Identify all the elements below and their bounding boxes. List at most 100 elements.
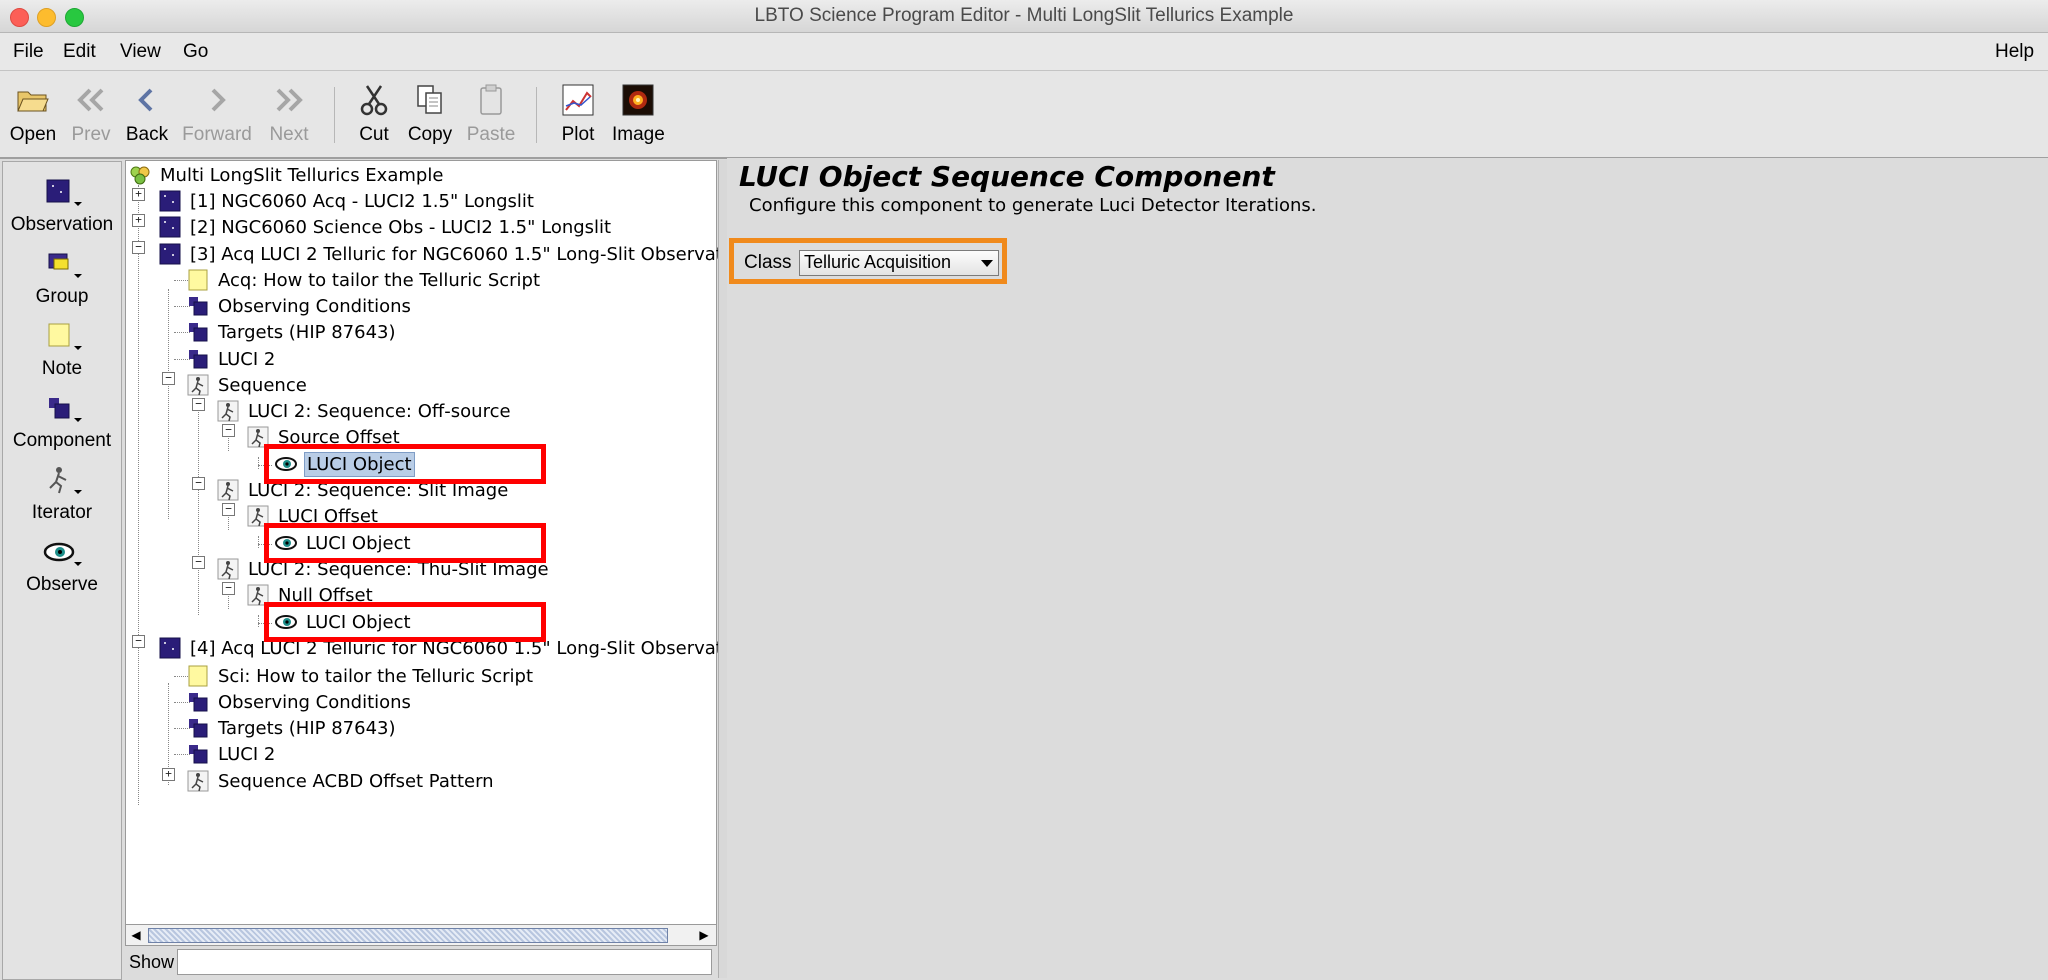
editor-title: LUCI Object Sequence Component — [739, 160, 1275, 193]
collapse-toggle[interactable]: − — [162, 372, 175, 385]
image-button[interactable]: Image — [612, 81, 665, 151]
scroll-right-arrow-icon[interactable]: ▶ — [696, 927, 712, 943]
palette-component[interactable]: Component — [3, 390, 121, 452]
tree-item-label: [2] NGC6060 Science Obs - LUCI2 1.5" Lon… — [190, 216, 612, 238]
tree-item-sequence[interactable]: Sequence — [186, 372, 309, 398]
prev-button[interactable]: Prev — [66, 81, 116, 151]
collapse-toggle[interactable]: − — [222, 582, 235, 595]
collapse-toggle[interactable]: − — [192, 556, 205, 569]
show-input[interactable] — [177, 949, 712, 975]
forward-button[interactable]: Forward — [182, 81, 252, 151]
tree-item-obs1[interactable]: [1] NGC6060 Acq - LUCI2 1.5" Longslit — [158, 188, 536, 214]
palette-note-label: Note — [41, 358, 83, 379]
tree-item-conditions[interactable]: Observing Conditions — [186, 293, 413, 319]
observation-icon — [159, 243, 181, 265]
tree-item-note[interactable]: Acq: How to tailor the Telluric Script — [186, 267, 542, 293]
copy-button[interactable]: Copy — [406, 81, 454, 151]
paste-button[interactable]: Paste — [466, 81, 516, 151]
copy-icon — [417, 85, 442, 114]
palette-iterator-label: Iterator — [31, 502, 93, 523]
menu-help[interactable]: Help — [1995, 41, 2034, 63]
expand-toggle[interactable]: + — [132, 214, 145, 227]
copy-label: Copy — [407, 124, 453, 145]
tree-item-label: LUCI 2 — [218, 743, 276, 765]
tree-item-root[interactable]: Multi LongSlit Tellurics Example — [128, 162, 445, 188]
tree-guide — [258, 457, 259, 469]
component-icon — [189, 693, 208, 712]
plot-button[interactable]: Plot — [554, 81, 602, 151]
note-icon — [188, 665, 208, 687]
component-icon — [189, 323, 208, 342]
clipboard-icon — [480, 84, 502, 115]
tree-item-targets[interactable]: Targets (HIP 87643) — [186, 715, 398, 741]
note-icon — [188, 269, 208, 291]
palette-note[interactable]: Note — [3, 318, 121, 380]
open-button[interactable]: Open — [8, 81, 58, 151]
menu-file[interactable]: File — [13, 41, 44, 63]
observation-icon — [159, 216, 181, 238]
tree-item-obs2[interactable]: [2] NGC6060 Science Obs - LUCI2 1.5" Lon… — [158, 214, 613, 240]
tree-item-instrument[interactable]: LUCI 2 — [186, 741, 277, 767]
tree-guide — [258, 615, 259, 627]
palette-group[interactable]: Group — [3, 246, 121, 308]
palette-iterator[interactable]: Iterator — [3, 462, 121, 524]
class-label: Class — [744, 252, 792, 273]
highlight-box — [264, 523, 546, 563]
expand-toggle[interactable]: + — [162, 768, 175, 781]
scrollbar-thumb[interactable] — [148, 928, 668, 943]
cut-button[interactable]: Cut — [352, 81, 396, 151]
tree-item-label: [3] Acq LUCI 2 Telluric for NGC6060 1.5"… — [190, 243, 751, 265]
tree-item-seq-offsource[interactable]: LUCI 2: Sequence: Off-source — [216, 398, 513, 424]
tree-item-obs3[interactable]: [3] Acq LUCI 2 Telluric for NGC6060 1.5"… — [158, 241, 752, 267]
component-icon — [49, 398, 82, 422]
open-label: Open — [9, 124, 57, 145]
class-select[interactable]: Telluric Acquisition — [799, 250, 999, 276]
tree-item-label: Observing Conditions — [218, 295, 411, 317]
tree-item-conditions[interactable]: Observing Conditions — [186, 689, 413, 715]
collapse-toggle[interactable]: − — [192, 398, 205, 411]
menu-bar: File Edit View Go Help — [0, 33, 2048, 71]
class-select-value: Telluric Acquisition — [804, 252, 952, 272]
menu-view[interactable]: View — [120, 41, 161, 63]
back-button[interactable]: Back — [122, 81, 172, 151]
tree-item-instrument[interactable]: LUCI 2 — [186, 346, 277, 372]
back-label: Back — [125, 124, 169, 145]
collapse-toggle[interactable]: − — [132, 635, 145, 648]
component-icon — [189, 745, 208, 764]
collapse-toggle[interactable]: − — [222, 503, 235, 516]
highlight-box — [264, 602, 546, 642]
menu-edit[interactable]: Edit — [63, 41, 96, 63]
scissors-icon — [360, 85, 388, 116]
tree-item-sequence-acbd[interactable]: Sequence ACBD Offset Pattern — [186, 768, 496, 794]
next-label: Next — [269, 124, 309, 145]
palette-observation[interactable]: Observation — [3, 174, 121, 236]
prev-label: Prev — [71, 124, 111, 145]
collapse-toggle[interactable]: − — [132, 241, 145, 254]
tree-item-label: Targets (HIP 87643) — [218, 321, 396, 343]
highlight-box — [264, 444, 546, 484]
tree-guide — [168, 289, 169, 519]
tree-guide — [138, 185, 139, 805]
toolbar: Open Prev Back Forward Next Cut Copy Pas… — [0, 71, 2048, 159]
tree-guide — [258, 536, 259, 548]
expand-toggle[interactable]: + — [132, 188, 145, 201]
scroll-left-arrow-icon[interactable]: ◀ — [128, 927, 144, 943]
next-button[interactable]: Next — [264, 81, 314, 151]
tree-horizontal-scrollbar[interactable]: ◀ ▶ — [125, 924, 717, 946]
collapse-toggle[interactable]: − — [192, 477, 205, 490]
palette-observe[interactable]: Observe — [3, 534, 121, 596]
double-chevron-right-icon — [276, 88, 303, 112]
collapse-toggle[interactable]: − — [222, 424, 235, 437]
show-filter: Show — [125, 948, 715, 978]
tree-item-label: Sci: How to tailor the Telluric Script — [218, 665, 534, 687]
menu-go[interactable]: Go — [183, 41, 208, 63]
tree-item-targets[interactable]: Targets (HIP 87643) — [186, 319, 398, 345]
tree-item-label: Sequence — [218, 374, 307, 396]
tree-item-label: Multi LongSlit Tellurics Example — [160, 164, 444, 186]
palette-component-label: Component — [12, 430, 112, 451]
tree-item-note[interactable]: Sci: How to tailor the Telluric Script — [186, 663, 535, 689]
iterator-icon — [187, 770, 209, 792]
observation-icon — [159, 190, 181, 212]
double-chevron-left-icon — [77, 88, 104, 112]
program-tree[interactable]: + + − − − − − − − − − + Multi LongSlit T… — [125, 160, 750, 929]
